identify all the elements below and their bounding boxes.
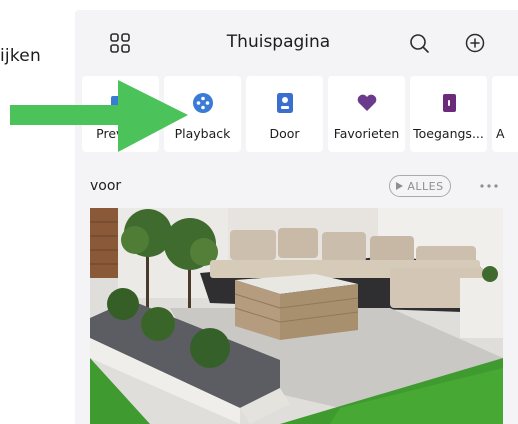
- view-all-label: ALLES: [407, 179, 444, 193]
- green-arrow-icon: [10, 80, 188, 152]
- header: Thuispagina: [75, 10, 518, 76]
- search-icon[interactable]: [408, 32, 430, 54]
- access-icon: [442, 94, 456, 112]
- more-options-icon[interactable]: [479, 182, 499, 190]
- view-all-button[interactable]: ALLES: [389, 175, 451, 197]
- section-title: voor: [90, 178, 122, 194]
- add-icon[interactable]: [464, 32, 486, 54]
- side-text: ijken: [0, 46, 41, 66]
- playback-icon: [192, 93, 213, 113]
- nav-label: Favorieten: [333, 126, 400, 141]
- nav-tile-toegang[interactable]: Toegangs...: [410, 76, 487, 152]
- nav-tile-door[interactable]: Door: [246, 76, 323, 152]
- nav-label: Toegangs...: [413, 126, 484, 141]
- page-title: Thuispagina: [226, 32, 331, 52]
- nav-label: Door: [269, 126, 300, 141]
- nav-tile-more[interactable]: A: [492, 76, 518, 152]
- play-icon: [396, 182, 404, 190]
- heart-icon: [357, 94, 376, 111]
- camera-snapshot: [90, 208, 503, 424]
- nav-tile-favorieten[interactable]: Favorieten: [328, 76, 405, 152]
- camera-preview[interactable]: [90, 208, 503, 424]
- door-icon: [276, 93, 293, 113]
- nav-label: A: [496, 126, 505, 141]
- app-window: Thuispagina Preview Playback: [75, 10, 518, 424]
